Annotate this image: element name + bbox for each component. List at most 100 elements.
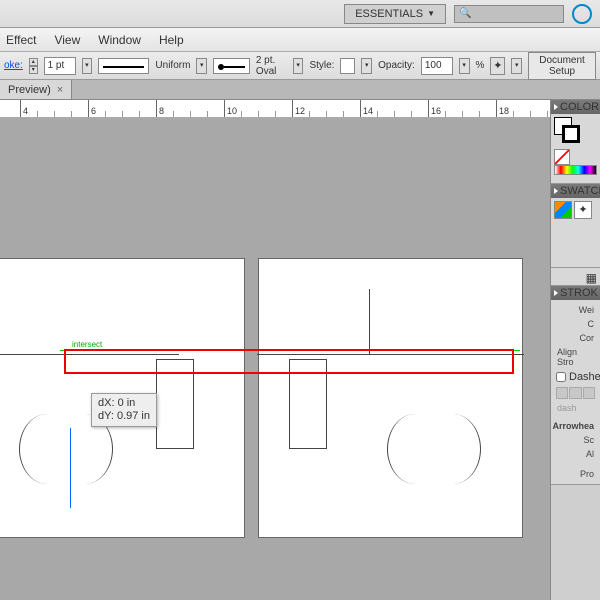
align-row: Al [554,447,597,461]
swatch-controls: ▦ [551,268,600,286]
profile-dropdown[interactable]: ▾ [196,58,207,74]
ruler-minor-tick [139,111,140,118]
ruler-minor-tick [275,111,276,118]
close-icon[interactable]: × [57,84,63,96]
stroke-profile-preview[interactable] [98,58,149,74]
ruler-tick: 14 [360,100,373,118]
ruler-minor-tick [122,111,123,118]
document-tab[interactable]: Preview) × [0,80,72,99]
menu-effect[interactable]: Effect [6,33,36,47]
menu-view[interactable]: View [54,33,80,47]
artboard-2 [258,258,523,538]
document-setup-button[interactable]: Document Setup [528,52,596,80]
stroke-weight-stepper[interactable]: ▴▾ [29,58,38,74]
ruler-tick: 4 [20,100,28,118]
menu-window[interactable]: Window [98,33,141,47]
ruler-minor-tick [547,111,548,118]
brush-preview[interactable] [213,58,250,74]
ruler-minor-tick [241,111,242,118]
dashed-line-checkbox[interactable]: Dashe [554,369,597,385]
none-swatch[interactable] [554,149,570,165]
ruler-minor-tick [309,111,310,118]
path-line[interactable] [369,289,370,354]
sync-icon[interactable] [572,4,592,24]
search-input[interactable]: 🔍 [454,5,564,23]
ruler-minor-tick [37,111,38,118]
opacity-label: Opacity: [378,60,415,71]
align-stroke-row: Align Stro [554,345,597,369]
arrowheads-row: Arrowhea [554,415,597,433]
ruler-minor-tick [479,111,480,118]
gap-input[interactable] [569,387,581,399]
ruler-minor-tick [207,111,208,118]
swatches-panel: ✦ [551,198,600,268]
ruler-minor-tick [530,111,531,118]
ruler-minor-tick [71,111,72,118]
profile-row: Pro [554,461,597,481]
ruler-minor-tick [411,111,412,118]
workspace-switcher[interactable]: ESSENTIALS ▼ [344,4,446,24]
brush-dropdown[interactable]: ▾ [293,58,304,74]
profile-label: Uniform [155,60,190,71]
dash-label: dash [554,401,597,415]
panel-dock: COLOR SWATCH ✦ ▦ STROK Wei C Cor Align S… [550,100,600,600]
path-arc-left[interactable] [19,414,51,484]
stroke-weight-dropdown[interactable]: ▾ [82,58,93,74]
chevron-down-icon: ▼ [427,9,435,18]
annotation-highlight [64,349,514,374]
ruler-tick: 18 [496,100,509,118]
ruler-minor-tick [394,111,395,118]
swatch-options-icon[interactable]: ▦ [586,271,597,285]
smart-guide-vertical [70,428,71,508]
document-tab-bar: Preview) × [0,80,600,100]
ruler-minor-tick [343,111,344,118]
style-swatch[interactable] [340,58,355,74]
ruler-minor-tick [54,111,55,118]
ruler-minor-tick [445,111,446,118]
ruler-minor-tick [258,111,259,118]
tooltip-dx: dX: 0 in [98,397,150,410]
horizontal-ruler: 4681012141618 [0,100,600,118]
corner-row: Cor [554,331,597,345]
opacity-input[interactable] [421,57,453,75]
color-spectrum[interactable] [554,165,597,175]
ruler-tick: 10 [224,100,237,118]
ruler-minor-tick [513,111,514,118]
dashed-checkbox[interactable] [556,372,566,382]
swatches-panel-header[interactable]: SWATCH [551,184,600,198]
swatch-item[interactable]: ✦ [574,201,592,219]
menu-help[interactable]: Help [159,33,184,47]
path-arc-right[interactable] [449,414,481,484]
ruler-minor-tick [326,111,327,118]
ruler-minor-tick [377,111,378,118]
dash-input[interactable] [583,387,595,399]
stroke-panel-header[interactable]: STROK [551,286,600,300]
search-icon: 🔍 [459,8,471,19]
control-panel: oke: ▴▾ ▾ Uniform ▾ 2 pt. Oval ▾ Style: … [0,52,600,80]
ruler-minor-tick [190,111,191,118]
ruler-tick: 16 [428,100,441,118]
weight-row: Wei [554,303,597,317]
dash-input[interactable] [556,387,568,399]
opacity-dropdown[interactable]: ▾ [459,58,470,74]
color-panel [551,114,600,184]
style-label: Style: [309,60,334,71]
tooltip-dy: dY: 0.97 in [98,410,150,423]
swatch-item[interactable] [554,201,572,219]
stroke-weight-input[interactable] [44,57,76,75]
ruler-minor-tick [462,111,463,118]
ruler-minor-tick [173,111,174,118]
color-panel-header[interactable]: COLOR [551,100,600,114]
fill-stroke-control[interactable] [554,117,580,143]
menu-bar: Effect View Window Help [0,28,600,52]
recolor-icon[interactable]: ✦ [490,57,505,75]
dash-gap-inputs [554,385,597,401]
recolor-dropdown[interactable]: ▾ [511,58,522,74]
stroke-link[interactable]: oke: [4,60,23,71]
brush-label: 2 pt. Oval [256,55,287,77]
ruler-tick: 12 [292,100,305,118]
path-arc-left[interactable] [387,414,419,484]
style-dropdown[interactable]: ▾ [361,58,372,74]
workspace-label: ESSENTIALS [355,8,423,20]
stroke-swatch[interactable] [562,125,580,143]
